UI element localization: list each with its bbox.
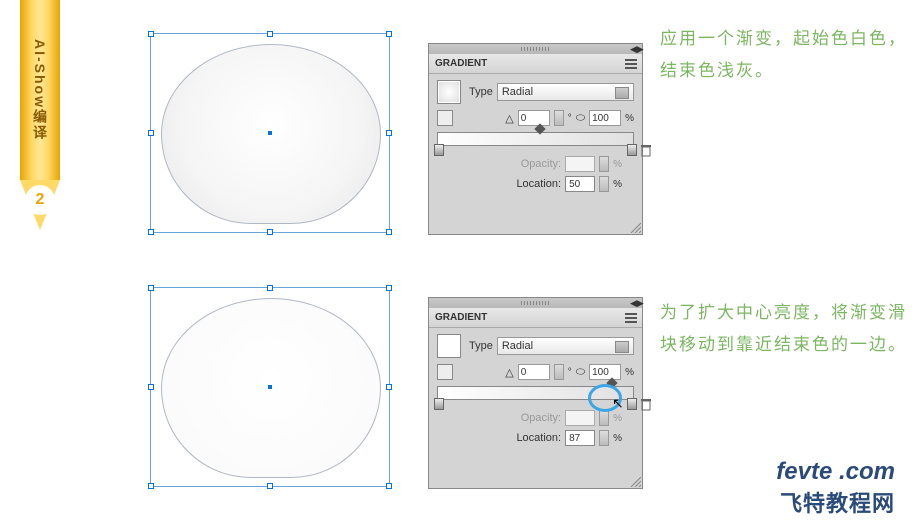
type-label: Type (469, 86, 493, 98)
gradient-stop-start[interactable] (434, 144, 444, 156)
handle-tr[interactable] (386, 31, 392, 37)
angle-icon: △ (505, 112, 513, 125)
opacity-label: Opacity: (521, 412, 561, 424)
handle-mr[interactable] (386, 130, 392, 136)
opacity-label: Opacity: (521, 158, 561, 170)
location-stepper[interactable] (599, 430, 609, 446)
badge-text: AI-Show编译 (30, 39, 50, 141)
location-label: Location: (516, 178, 561, 190)
handle-bl[interactable] (148, 483, 154, 489)
handle-tl[interactable] (148, 31, 154, 37)
location-input[interactable]: 50 (565, 176, 595, 192)
resize-grip-icon[interactable] (629, 475, 641, 487)
gradient-panel-bottom: ◀▶ GRADIENT Type Radial △ 0 ° ⬭ 100 % (428, 297, 643, 489)
handle-br[interactable] (386, 229, 392, 235)
pct-label: % (625, 113, 634, 124)
shape-selection-top[interactable] (150, 33, 390, 233)
shape-selection-bottom[interactable] (150, 287, 390, 487)
location-input[interactable]: 87 (565, 430, 595, 446)
panel-collapse-icon[interactable]: ◀▶ (630, 298, 640, 308)
handle-ml[interactable] (148, 384, 154, 390)
aspect-icon: ⬭ (576, 112, 585, 125)
handle-tc[interactable] (267, 285, 273, 291)
center-point[interactable] (268, 131, 272, 135)
angle-input[interactable]: 0 (518, 364, 550, 380)
type-label: Type (469, 340, 493, 352)
badge-body: AI-Show编译 (20, 0, 60, 180)
location-label: Location: (516, 432, 561, 444)
watermark-cn: 飞特教程网 (776, 486, 895, 518)
annotation-bottom: 为了扩大中心亮度，将渐变滑块移动到靠近结束色的一边。 (660, 297, 910, 362)
delete-stop-icon[interactable] (639, 397, 653, 411)
gradient-slider[interactable] (437, 132, 634, 146)
pct-label: % (613, 433, 622, 444)
panel-title: GRADIENT (435, 58, 487, 69)
panel-body: Type Radial △ 0 ° ⬭ 100 % Opacity: (429, 328, 642, 456)
panel-menu-icon[interactable] (624, 312, 638, 324)
panel-header: GRADIENT (429, 54, 642, 74)
opacity-input[interactable] (565, 156, 595, 172)
type-dropdown[interactable]: Radial (497, 337, 634, 355)
angle-stepper[interactable] (554, 110, 564, 126)
panel-titlebar[interactable]: ◀▶ (429, 298, 642, 308)
deg-unit: ° (568, 367, 572, 378)
handle-mr[interactable] (386, 384, 392, 390)
pct-label: % (613, 413, 622, 424)
pct-label: % (613, 179, 622, 190)
handle-tr[interactable] (386, 285, 392, 291)
opacity-stepper[interactable] (599, 410, 609, 426)
gradient-slider[interactable] (437, 386, 634, 400)
handle-ml[interactable] (148, 130, 154, 136)
aspect-input[interactable]: 100 (589, 110, 621, 126)
handle-tc[interactable] (267, 31, 273, 37)
panel-body: Type Radial △ 0 ° ⬭ 100 % Opacity: (429, 74, 642, 202)
type-value: Radial (502, 340, 533, 352)
aspect-icon: ⬭ (576, 366, 585, 379)
angle-stepper[interactable] (554, 364, 564, 380)
panel-title: GRADIENT (435, 312, 487, 323)
gradient-stop-start[interactable] (434, 398, 444, 410)
reverse-gradient-icon[interactable] (437, 110, 453, 126)
panel-menu-icon[interactable] (624, 58, 638, 70)
annotation-top: 应用一个渐变，起始色白色，结束色浅灰。 (660, 23, 910, 88)
watermark: fevte .com 飞特教程网 (776, 458, 895, 518)
type-value: Radial (502, 86, 533, 98)
reverse-gradient-icon[interactable] (437, 364, 453, 380)
panel-collapse-icon[interactable]: ◀▶ (630, 44, 640, 54)
handle-bl[interactable] (148, 229, 154, 235)
aspect-input[interactable]: 100 (589, 364, 621, 380)
gradient-panel-top: ◀▶ GRADIENT Type Radial △ 0 ° ⬭ 100 % (428, 43, 643, 235)
panel-grip-icon (521, 301, 551, 305)
handle-bc[interactable] (267, 229, 273, 235)
watermark-url: fevte .com (776, 458, 895, 486)
panel-grip-icon (521, 47, 551, 51)
center-point[interactable] (268, 385, 272, 389)
tutorial-step-badge: AI-Show编译 2 (20, 0, 60, 245)
opacity-stepper[interactable] (599, 156, 609, 172)
handle-tl[interactable] (148, 285, 154, 291)
gradient-stop-end[interactable] (627, 144, 637, 156)
location-stepper[interactable] (599, 176, 609, 192)
gradient-stop-end[interactable] (627, 398, 637, 410)
gradient-swatch[interactable] (437, 80, 461, 104)
handle-bc[interactable] (267, 483, 273, 489)
resize-grip-icon[interactable] (629, 221, 641, 233)
opacity-input[interactable] (565, 410, 595, 426)
type-dropdown[interactable]: Radial (497, 83, 634, 101)
panel-header: GRADIENT (429, 308, 642, 328)
pct-label: % (613, 159, 622, 170)
angle-icon: △ (505, 366, 513, 379)
pct-label: % (625, 367, 634, 378)
angle-input[interactable]: 0 (518, 110, 550, 126)
delete-stop-icon[interactable] (639, 143, 653, 157)
gradient-swatch[interactable] (437, 334, 461, 358)
deg-unit: ° (568, 113, 572, 124)
step-number: 2 (25, 185, 55, 215)
handle-br[interactable] (386, 483, 392, 489)
panel-titlebar[interactable]: ◀▶ (429, 44, 642, 54)
